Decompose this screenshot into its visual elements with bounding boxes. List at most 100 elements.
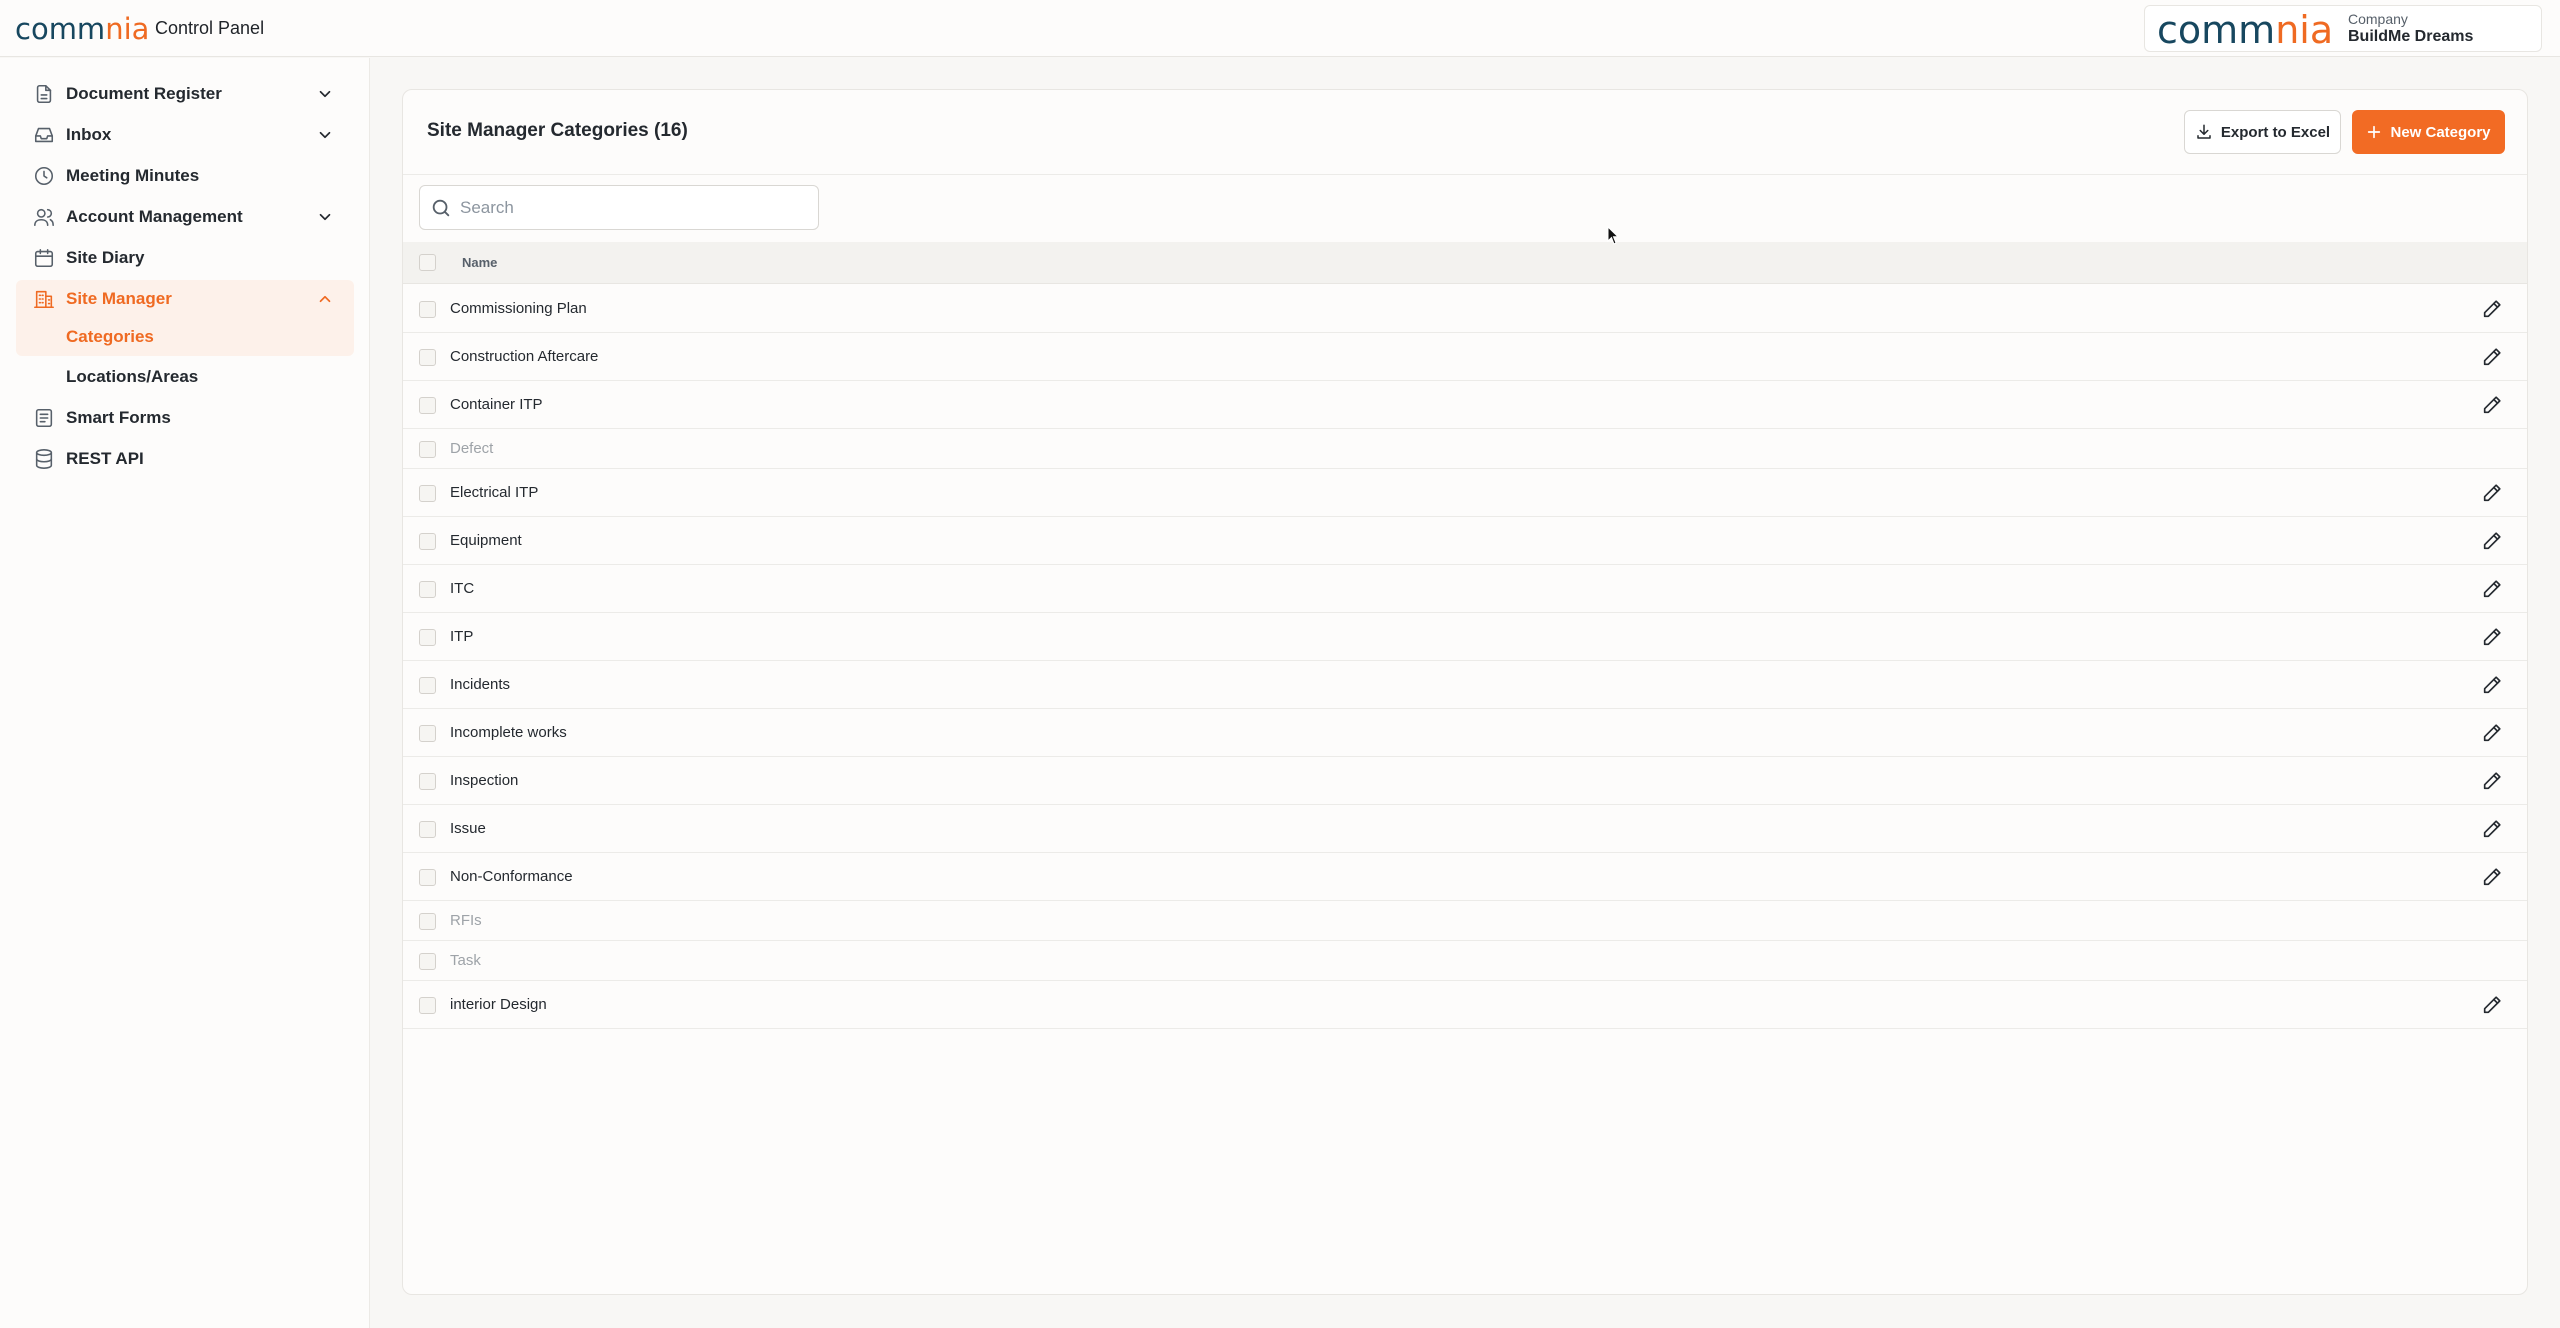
chevron-down-icon	[319, 90, 331, 98]
row-checkbox[interactable]	[419, 996, 436, 1014]
sidebar-item-site-diary[interactable]: Site Diary	[16, 239, 354, 277]
chevron-down-icon	[319, 131, 331, 139]
row-checkbox[interactable]	[419, 724, 436, 742]
row-checkbox[interactable]	[419, 676, 436, 694]
row-checkbox[interactable]	[419, 772, 436, 790]
inbox-icon	[32, 123, 56, 147]
row-checkbox[interactable]	[419, 820, 436, 838]
table-row[interactable]: RFIs	[403, 901, 2527, 941]
row-checkbox[interactable]	[419, 300, 436, 318]
app-title: Control Panel	[155, 18, 265, 38]
mouse-cursor-icon	[1607, 226, 1620, 245]
users-icon	[32, 205, 56, 229]
table-row[interactable]: Inspection	[403, 757, 2527, 805]
table-row[interactable]: interior Design	[403, 981, 2527, 1029]
category-name: RFIs	[450, 912, 482, 929]
company-switcher[interactable]: commnia Company BuildMe Dreams	[2144, 5, 2542, 52]
row-checkbox[interactable]	[419, 580, 436, 598]
table-header: Name	[403, 242, 2527, 284]
sidebar-item-rest-api[interactable]: REST API	[16, 440, 354, 478]
table-row[interactable]: Electrical ITP	[403, 469, 2527, 517]
table-row[interactable]: Commissioning Plan	[403, 285, 2527, 333]
edit-pencil-icon[interactable]	[2481, 818, 2503, 840]
table-row[interactable]: Issue	[403, 805, 2527, 853]
row-checkbox[interactable]	[419, 628, 436, 646]
search-icon	[432, 199, 450, 216]
divider	[403, 174, 2527, 175]
edit-pencil-icon[interactable]	[2481, 482, 2503, 504]
row-checkbox[interactable]	[419, 396, 436, 414]
search-input[interactable]	[460, 197, 800, 218]
column-header-name[interactable]: Name	[462, 255, 497, 270]
category-name: Construction Aftercare	[450, 348, 599, 365]
sidebar-item-smart-forms[interactable]: Smart Forms	[16, 399, 354, 437]
edit-pencil-icon[interactable]	[2481, 994, 2503, 1016]
edit-pencil-icon[interactable]	[2481, 298, 2503, 320]
chevron-down-icon	[319, 213, 331, 221]
export-to-excel-button[interactable]: Export to Excel	[2184, 110, 2341, 154]
edit-pencil-icon[interactable]	[2481, 866, 2503, 888]
table-row[interactable]: Defect	[403, 429, 2527, 469]
edit-pencil-icon[interactable]	[2481, 578, 2503, 600]
row-checkbox[interactable]	[419, 348, 436, 366]
edit-pencil-icon[interactable]	[2481, 346, 2503, 368]
edit-pencil-icon[interactable]	[2481, 626, 2503, 648]
category-name: Issue	[450, 820, 486, 837]
edit-pencil-icon[interactable]	[2481, 530, 2503, 552]
table-row[interactable]: ITP	[403, 613, 2527, 661]
table-row[interactable]: Task	[403, 941, 2527, 981]
edit-pencil-icon[interactable]	[2481, 394, 2503, 416]
category-name: Commissioning Plan	[450, 300, 587, 317]
commnia-logo[interactable]: commnia	[15, 13, 149, 45]
edit-pencil-icon[interactable]	[2481, 770, 2503, 792]
row-checkbox[interactable]	[419, 912, 436, 930]
category-name: Inspection	[450, 772, 519, 789]
table-row[interactable]: ITC	[403, 565, 2527, 613]
category-name: ITP	[450, 628, 474, 645]
chevron-up-icon	[319, 295, 331, 303]
row-checkbox[interactable]	[419, 868, 436, 886]
document-icon	[32, 82, 56, 106]
company-logo: commnia	[2157, 8, 2334, 52]
category-name: Non-Conformance	[450, 868, 573, 885]
category-name: Container ITP	[450, 396, 543, 413]
row-checkbox[interactable]	[419, 440, 436, 458]
download-icon	[2197, 124, 2211, 139]
form-icon	[32, 406, 56, 430]
category-name: Electrical ITP	[450, 484, 539, 501]
sidebar-subitem-categories[interactable]: Categories	[16, 318, 354, 356]
sidebar-item-inbox[interactable]: Inbox	[16, 116, 354, 154]
new-category-button[interactable]: New Category	[2352, 110, 2505, 154]
category-name: Incomplete works	[450, 724, 567, 741]
table-row[interactable]: Equipment	[403, 517, 2527, 565]
categories-card: Site Manager Categories (16) Export to E…	[402, 89, 2528, 1295]
row-checkbox[interactable]	[419, 952, 436, 970]
table-row[interactable]: Construction Aftercare	[403, 333, 2527, 381]
category-name: ITC	[450, 580, 475, 597]
category-name: Equipment	[450, 532, 522, 549]
sidebar-item-meeting-minutes[interactable]: Meeting Minutes	[16, 157, 354, 195]
top-bar: commnia Control Panel commnia Company Bu…	[0, 0, 2560, 57]
sidebar-item-document-register[interactable]: Document Register	[16, 75, 354, 113]
sidebar-item-site-manager[interactable]: Site Manager	[16, 280, 354, 318]
calendar-icon	[32, 246, 56, 270]
sidebar-item-account-management[interactable]: Account Management	[16, 198, 354, 236]
table-row[interactable]: Container ITP	[403, 381, 2527, 429]
select-all-checkbox[interactable]	[419, 254, 436, 271]
row-checkbox[interactable]	[419, 484, 436, 502]
edit-pencil-icon[interactable]	[2481, 722, 2503, 744]
building-icon	[32, 287, 56, 311]
sidebar-subitem-locations-areas[interactable]: Locations/Areas	[16, 358, 354, 396]
table-row[interactable]: Incidents	[403, 661, 2527, 709]
table-row[interactable]: Incomplete works	[403, 709, 2527, 757]
page-title: Site Manager Categories (16)	[427, 120, 688, 141]
category-name: Incidents	[450, 676, 511, 693]
row-checkbox[interactable]	[419, 532, 436, 550]
company-label: Company	[2348, 11, 2408, 27]
database-icon	[32, 447, 56, 471]
plus-icon	[2368, 125, 2381, 139]
table-row[interactable]: Non-Conformance	[403, 853, 2527, 901]
edit-pencil-icon[interactable]	[2481, 674, 2503, 696]
sidebar: Document Register Inbox Meeting Minutes …	[0, 58, 370, 1328]
search-box[interactable]	[419, 185, 819, 230]
